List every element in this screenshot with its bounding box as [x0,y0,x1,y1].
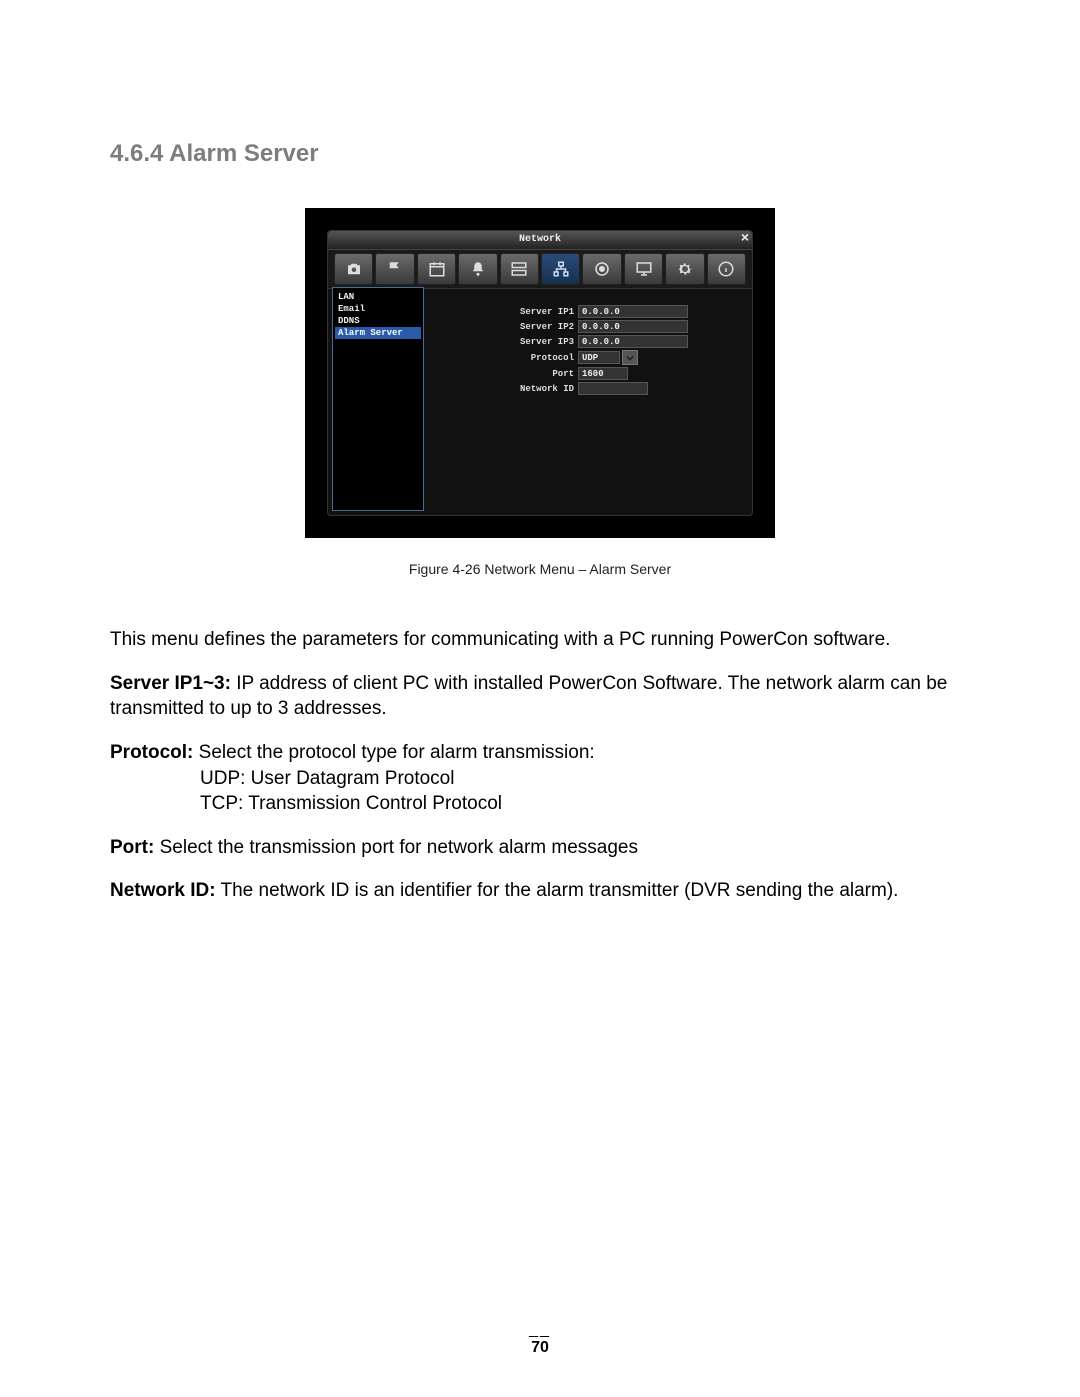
camera-icon[interactable] [334,253,373,285]
section-heading: 4.6.4 Alarm Server [110,140,970,168]
form-row: Port1600 [424,367,736,380]
sidebar-item-alarm-server[interactable]: Alarm Server [335,327,421,339]
paragraph-port: Port: Select the transmission port for n… [110,835,970,861]
server-ip3-input[interactable]: 0.0.0.0 [578,335,688,348]
window-title: Network [519,234,561,245]
label-network-id: Network ID: [110,880,216,901]
bell-icon[interactable] [458,253,497,285]
sidebar-item-ddns[interactable]: DDNS [335,315,421,327]
storage-icon[interactable] [500,253,539,285]
protocol-select[interactable]: UDP [578,350,638,365]
field-label: Network ID [424,384,578,394]
flag-icon[interactable] [375,253,414,285]
sidebar-item-lan[interactable]: LAN [335,291,421,303]
footer-rule: __ [0,1321,1080,1339]
field-label: Port [424,369,578,379]
field-label: Protocol [424,353,578,363]
server-ip1-input[interactable]: 0.0.0.0 [578,305,688,318]
paragraph-network-id: Network ID: The network ID is an identif… [110,878,970,904]
sidebar-item-email[interactable]: Email [335,303,421,315]
chevron-down-icon[interactable] [622,350,638,365]
label-server-ip: Server IP1~3: [110,673,231,694]
window-titlebar: Network × [328,231,752,250]
select-value[interactable]: UDP [578,351,620,364]
figure: Network × LANEmailDDNSAlarm Server Serve… [110,208,970,577]
form-row: Server IP10.0.0.0 [424,305,736,318]
screenshot-network-menu: Network × LANEmailDDNSAlarm Server Serve… [305,208,775,538]
server-ip2-input[interactable]: 0.0.0.0 [578,320,688,333]
port-input[interactable]: 1600 [578,367,628,380]
window-body: LANEmailDDNSAlarm Server Server IP10.0.0… [332,287,748,511]
network-id-input[interactable] [578,382,648,395]
paragraph-server-ip: Server IP1~3: IP address of client PC wi… [110,671,970,722]
text-protocol-tcp: TCP: Transmission Control Protocol [200,791,970,817]
window: Network × LANEmailDDNSAlarm Server Serve… [327,230,753,516]
form-row: Server IP30.0.0.0 [424,335,736,348]
page-footer: __ 70 [0,1321,1080,1357]
sidebar: LANEmailDDNSAlarm Server [332,287,424,511]
field-label: Server IP3 [424,337,578,347]
network-icon[interactable] [541,253,580,285]
text-network-id: The network ID is an identifier for the … [216,880,899,901]
form-panel: Server IP10.0.0.0Server IP20.0.0.0Server… [424,287,748,511]
paragraph-intro: This menu defines the parameters for com… [110,627,970,653]
field-label: Server IP1 [424,307,578,317]
text-protocol: Select the protocol type for alarm trans… [193,742,594,763]
monitor-icon[interactable] [624,253,663,285]
paragraph-protocol: Protocol: Select the protocol type for a… [110,740,970,766]
close-icon[interactable]: × [736,231,754,249]
document-page: 4.6.4 Alarm Server Network × LANEmailDDN… [0,0,1080,1397]
page-number: 70 [0,1339,1080,1357]
target-icon[interactable] [582,253,621,285]
field-label: Server IP2 [424,322,578,332]
label-port: Port: [110,837,154,858]
text-port: Select the transmission port for network… [154,837,638,858]
info-icon[interactable] [707,253,746,285]
body-text: This menu defines the parameters for com… [110,627,970,904]
toolbar [328,250,752,289]
calendar-icon[interactable] [417,253,456,285]
form-row: Network ID [424,382,736,395]
figure-caption: Figure 4-26 Network Menu – Alarm Server [110,561,970,577]
label-protocol: Protocol: [110,742,193,763]
text-server-ip: IP address of client PC with installed P… [110,673,947,720]
form-row: ProtocolUDP [424,350,736,365]
text-protocol-udp: UDP: User Datagram Protocol [200,766,970,792]
form-row: Server IP20.0.0.0 [424,320,736,333]
gear-icon[interactable] [665,253,704,285]
